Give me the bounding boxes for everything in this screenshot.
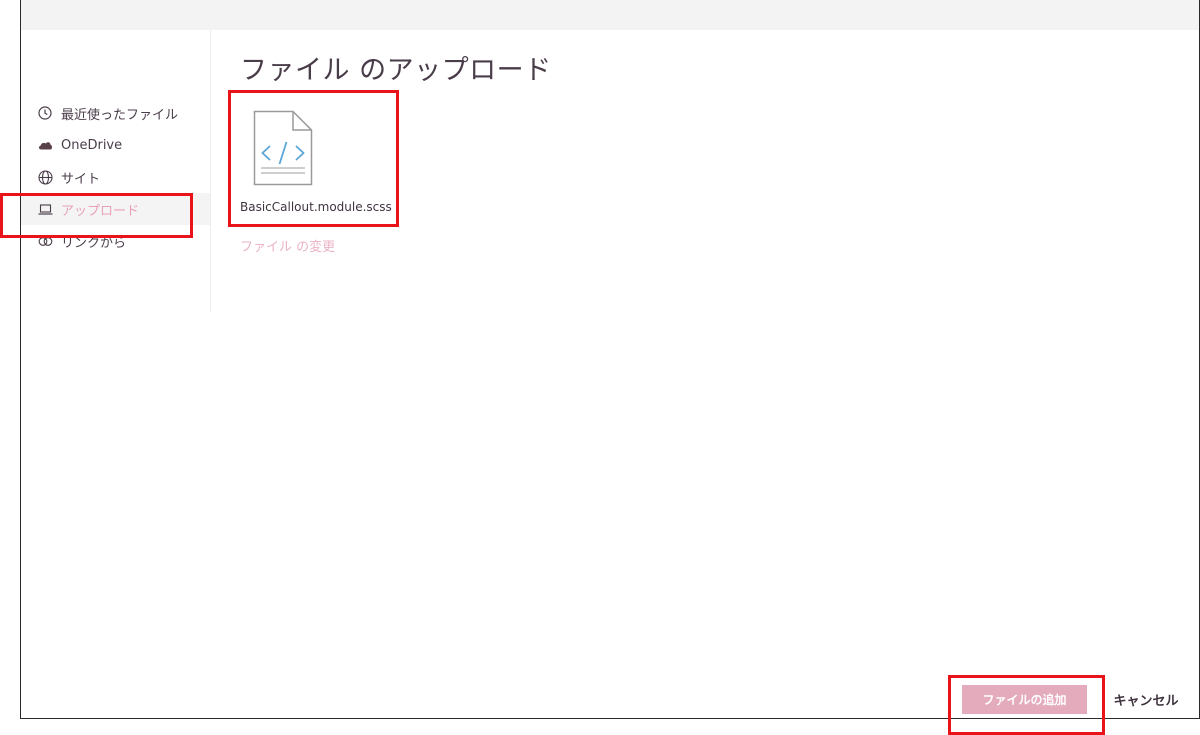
change-file-link[interactable]: ファイル の変更 <box>240 236 335 255</box>
cloud-icon <box>37 137 53 153</box>
cancel-button[interactable]: キャンセル <box>1101 685 1191 714</box>
dialog-top-bar <box>21 0 1199 30</box>
sidebar-item-label: OneDrive <box>61 137 123 153</box>
sidebar: 最近使ったファイル OneDrive サイト アップロード リンクから <box>21 30 211 312</box>
sidebar-item-label: 最近使ったファイル <box>61 107 179 123</box>
highlight-box-add-button <box>948 675 1105 735</box>
globe-icon <box>37 169 53 185</box>
page-title: ファイル のアップロード <box>240 55 552 86</box>
highlight-box-upload <box>0 193 193 238</box>
sidebar-item-onedrive[interactable]: OneDrive <box>21 129 210 161</box>
sidebar-item-recent[interactable]: 最近使ったファイル <box>21 97 210 129</box>
sidebar-item-sites[interactable]: サイト <box>21 161 210 193</box>
clock-icon <box>37 105 53 121</box>
highlight-box-file <box>228 90 399 227</box>
sidebar-item-label: サイト <box>61 171 101 187</box>
